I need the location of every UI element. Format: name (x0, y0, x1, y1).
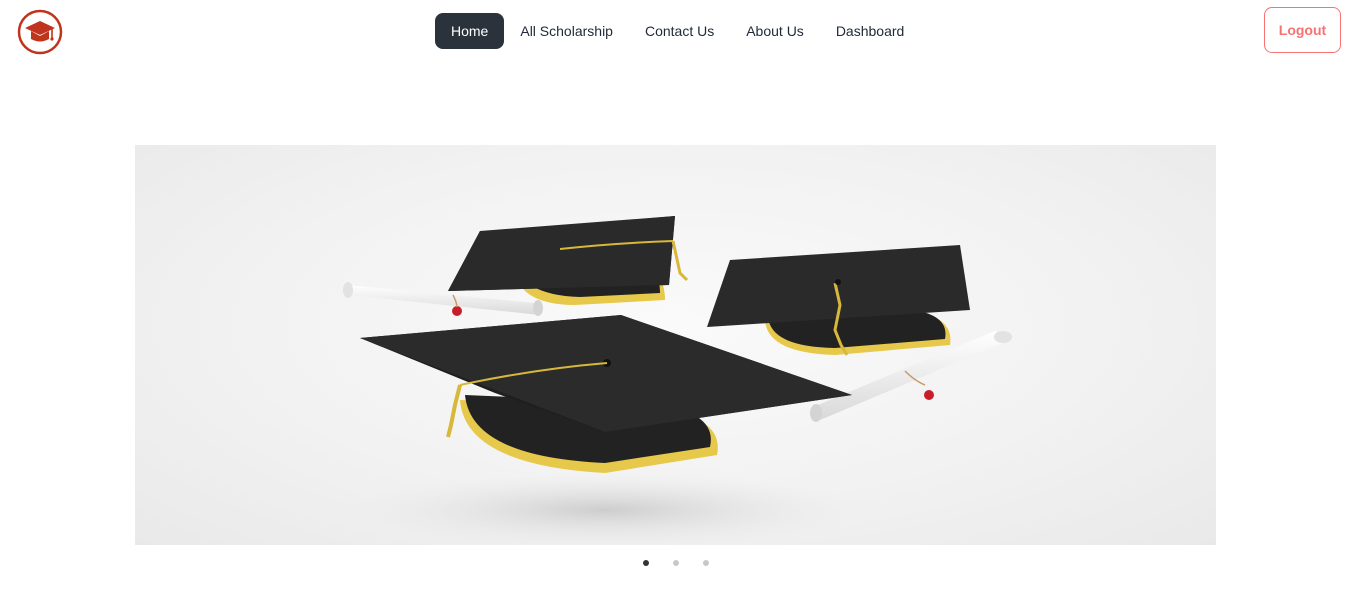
main-nav: Home All Scholarship Contact Us About Us… (435, 13, 920, 49)
slide-image-graduation-caps (343, 216, 1012, 545)
graduation-cap-icon (17, 9, 63, 55)
nav-contact-us[interactable]: Contact Us (629, 13, 730, 49)
nav-dashboard[interactable]: Dashboard (820, 13, 921, 49)
nav-about-us[interactable]: About Us (730, 13, 820, 49)
hero-carousel[interactable] (135, 145, 1216, 545)
cap-back-left (448, 216, 689, 305)
logout-button[interactable]: Logout (1264, 7, 1341, 53)
site-logo[interactable] (17, 9, 63, 55)
cap-back-right (707, 245, 970, 356)
carousel-dot-3[interactable] (703, 560, 709, 566)
top-navbar: Home All Scholarship Contact Us About Us… (0, 0, 1352, 62)
carousel-dot-1[interactable] (643, 560, 649, 566)
nav-home[interactable]: Home (435, 13, 505, 49)
carousel-dot-2[interactable] (673, 560, 679, 566)
carousel-indicators (0, 560, 1352, 566)
nav-all-scholarship[interactable]: All Scholarship (504, 13, 629, 49)
